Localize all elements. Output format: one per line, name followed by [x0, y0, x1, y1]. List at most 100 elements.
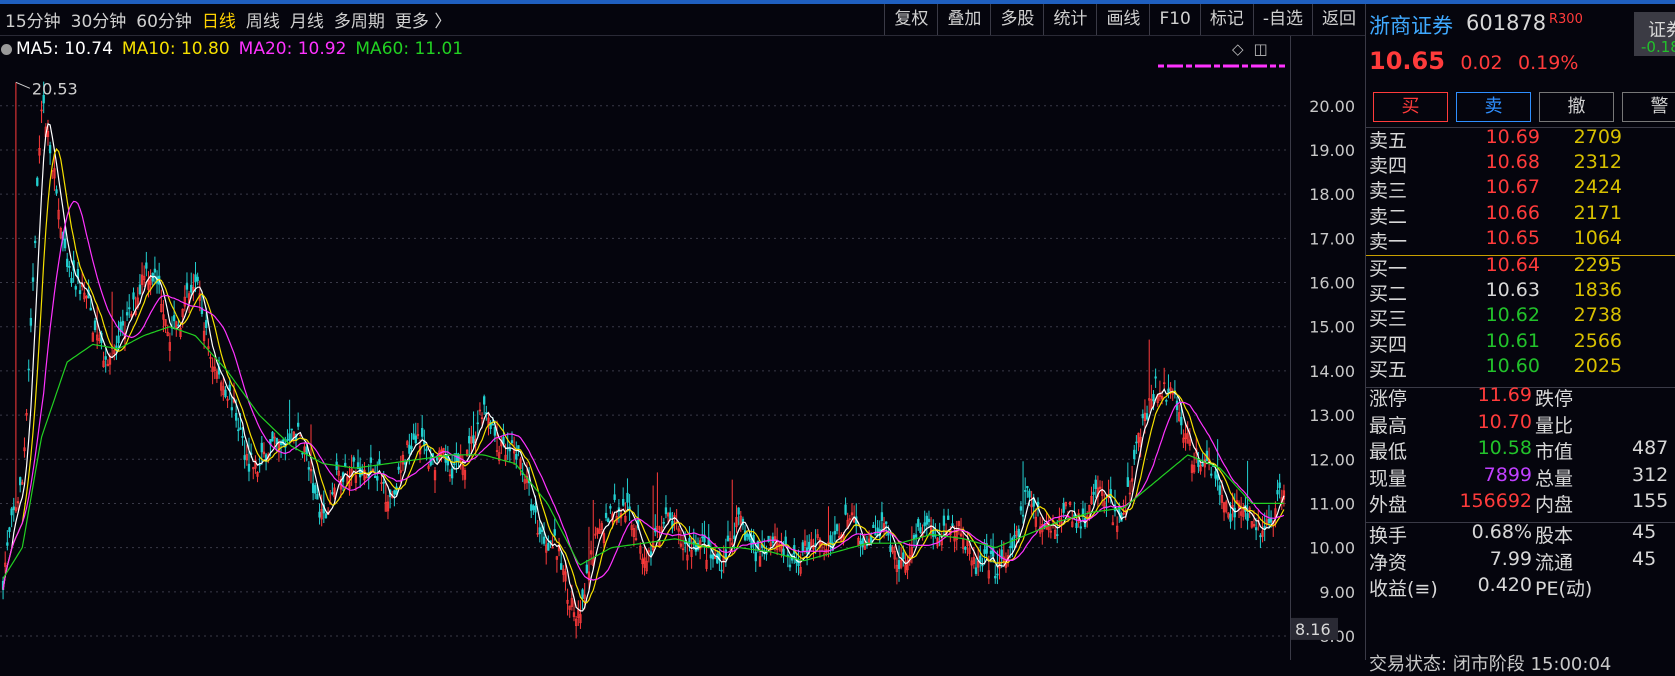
- candle-body: [609, 506, 612, 509]
- diamond-icon[interactable]: ◇: [1232, 40, 1244, 58]
- y-tick-label: 16.00: [1309, 274, 1355, 293]
- candle-body: [947, 515, 950, 520]
- tab-30min[interactable]: 30分钟: [66, 7, 132, 32]
- buy-button[interactable]: 买: [1373, 92, 1448, 122]
- candle-body: [453, 463, 456, 465]
- chart-tools: 复权 叠加 多股 统计 画线 F10 标记 -自选 返回: [884, 4, 1365, 35]
- candle-body: [1165, 400, 1168, 402]
- remove-watchlist-button[interactable]: -自选: [1252, 4, 1312, 35]
- candle-body: [1013, 534, 1016, 538]
- candle-body: [314, 485, 317, 494]
- ask-level-1[interactable]: 卖一 10.65 1064: [1369, 227, 1675, 253]
- alert-button[interactable]: 警: [1622, 92, 1675, 122]
- candle-body: [125, 312, 129, 316]
- candle-body: [917, 519, 920, 527]
- candle-body: [63, 238, 67, 249]
- candle-body: [1145, 413, 1149, 420]
- draw-line-button[interactable]: 画线: [1096, 4, 1149, 35]
- candle-body: [542, 536, 546, 544]
- level-label: 卖四: [1369, 155, 1408, 178]
- chart-toolbar: 15分钟 30分钟 60分钟 日线 周线 月线 多周期 更多 〉 复权 叠加 多…: [0, 4, 1365, 36]
- y-tick-label: 17.00: [1309, 229, 1355, 248]
- candle-body: [190, 284, 193, 293]
- candle-body: [145, 262, 148, 269]
- adjust-button[interactable]: 复权: [884, 4, 937, 35]
- candle-body: [352, 457, 355, 462]
- y-tick-label: 14.00: [1309, 362, 1355, 381]
- stat-row: 换手 0.68% 股本 45: [1369, 521, 1675, 547]
- candle-body: [805, 547, 809, 554]
- sector-box[interactable]: 证券 -0.18: [1634, 12, 1675, 56]
- candle-body: [1210, 473, 1213, 476]
- level-volume: 1064: [1573, 226, 1622, 249]
- bid-level-2[interactable]: 买二 10.63 1836: [1369, 279, 1675, 305]
- y-tick-label: 11.00: [1309, 494, 1355, 513]
- quote-panel: 浙商证券 601878 R300 证券 -0.18 10.65 0.02 0.1…: [1365, 4, 1675, 675]
- ask-level-5[interactable]: 卖五 10.69 2709: [1369, 126, 1675, 152]
- candle-body: [324, 513, 328, 519]
- candle-body: [369, 457, 373, 463]
- ma-settings-icon[interactable]: [1, 43, 12, 55]
- candle-body: [78, 290, 82, 295]
- candle-body: [1133, 449, 1136, 460]
- tab-daily[interactable]: 日线: [197, 7, 241, 32]
- mark-button[interactable]: 标记: [1199, 4, 1253, 35]
- f10-button[interactable]: F10: [1149, 4, 1199, 35]
- candle-body: [994, 575, 997, 579]
- ma10-line: [2, 147, 1285, 604]
- tab-multi-period[interactable]: 多周期: [329, 7, 390, 32]
- overlay-button[interactable]: 叠加: [937, 4, 990, 35]
- candle-body: [1218, 485, 1221, 495]
- ask-level-4[interactable]: 卖四 10.68 2312: [1369, 151, 1675, 177]
- tab-60min[interactable]: 60分钟: [131, 7, 197, 32]
- back-button[interactable]: 返回: [1312, 4, 1365, 35]
- cancel-order-button[interactable]: 撤: [1539, 92, 1614, 122]
- tab-weekly[interactable]: 周线: [241, 7, 285, 32]
- candle-body: [301, 452, 304, 455]
- ask-level-2[interactable]: 卖二 10.66 2171: [1369, 202, 1675, 228]
- candle-body: [733, 535, 736, 540]
- stock-name[interactable]: 浙商证券: [1369, 10, 1453, 40]
- candle-body: [241, 436, 244, 438]
- tab-more[interactable]: 更多 〉: [390, 7, 456, 32]
- candle-body: [318, 511, 321, 518]
- level-volume: 2295: [1573, 254, 1622, 276]
- level-price: 10.65: [1485, 226, 1540, 249]
- candle-body: [701, 536, 704, 539]
- bid-level-5[interactable]: 买五 10.60 2025: [1369, 355, 1675, 381]
- candle-body: [33, 240, 37, 244]
- stat-label: 现量: [1369, 467, 1408, 490]
- last-price: 10.65: [1369, 47, 1445, 75]
- bid-level-1[interactable]: 买一 10.64 2295: [1369, 254, 1675, 280]
- stat-label-2: 总量: [1535, 467, 1574, 490]
- stat-label-2: 股本: [1535, 525, 1574, 547]
- ask-level-3[interactable]: 卖三 10.67 2424: [1369, 176, 1675, 202]
- stat-label: 涨停: [1369, 388, 1408, 410]
- candle-body: [1075, 523, 1078, 529]
- stat-label: 最低: [1369, 441, 1408, 463]
- bid-level-4[interactable]: 买四 10.61 2566: [1369, 330, 1675, 356]
- candle-body: [305, 446, 308, 455]
- candle-body: [974, 567, 978, 574]
- candle-body: [311, 483, 315, 493]
- candle-body: [914, 534, 918, 538]
- candle-body: [48, 145, 52, 154]
- price-change: 0.02: [1460, 52, 1503, 74]
- y-axis-divider: [1290, 36, 1291, 660]
- candle-body: [89, 307, 92, 311]
- kline-canvas[interactable]: 20.00 19.00 18.00 17.00 16.00 15.00 14.00 13.00…: [0, 36, 1365, 660]
- bid-level-3[interactable]: 买三 10.62 2738: [1369, 304, 1675, 330]
- candle-body: [585, 564, 588, 573]
- kline-chart[interactable]: 20.00 19.00 18.00 17.00 16.00 15.00 14.00 13.00…: [0, 36, 1365, 660]
- multi-stock-button[interactable]: 多股: [990, 4, 1043, 35]
- candle-body: [510, 440, 514, 443]
- panel-toggle-icon[interactable]: ◫: [1254, 40, 1268, 58]
- tab-15min[interactable]: 15分钟: [0, 7, 66, 32]
- candle-body: [185, 283, 189, 290]
- candle-body: [720, 569, 723, 572]
- tab-monthly[interactable]: 月线: [285, 7, 329, 32]
- candle-body: [307, 467, 311, 470]
- sell-button[interactable]: 卖: [1456, 92, 1531, 122]
- statistics-button[interactable]: 统计: [1043, 4, 1096, 35]
- candle-body: [6, 542, 9, 546]
